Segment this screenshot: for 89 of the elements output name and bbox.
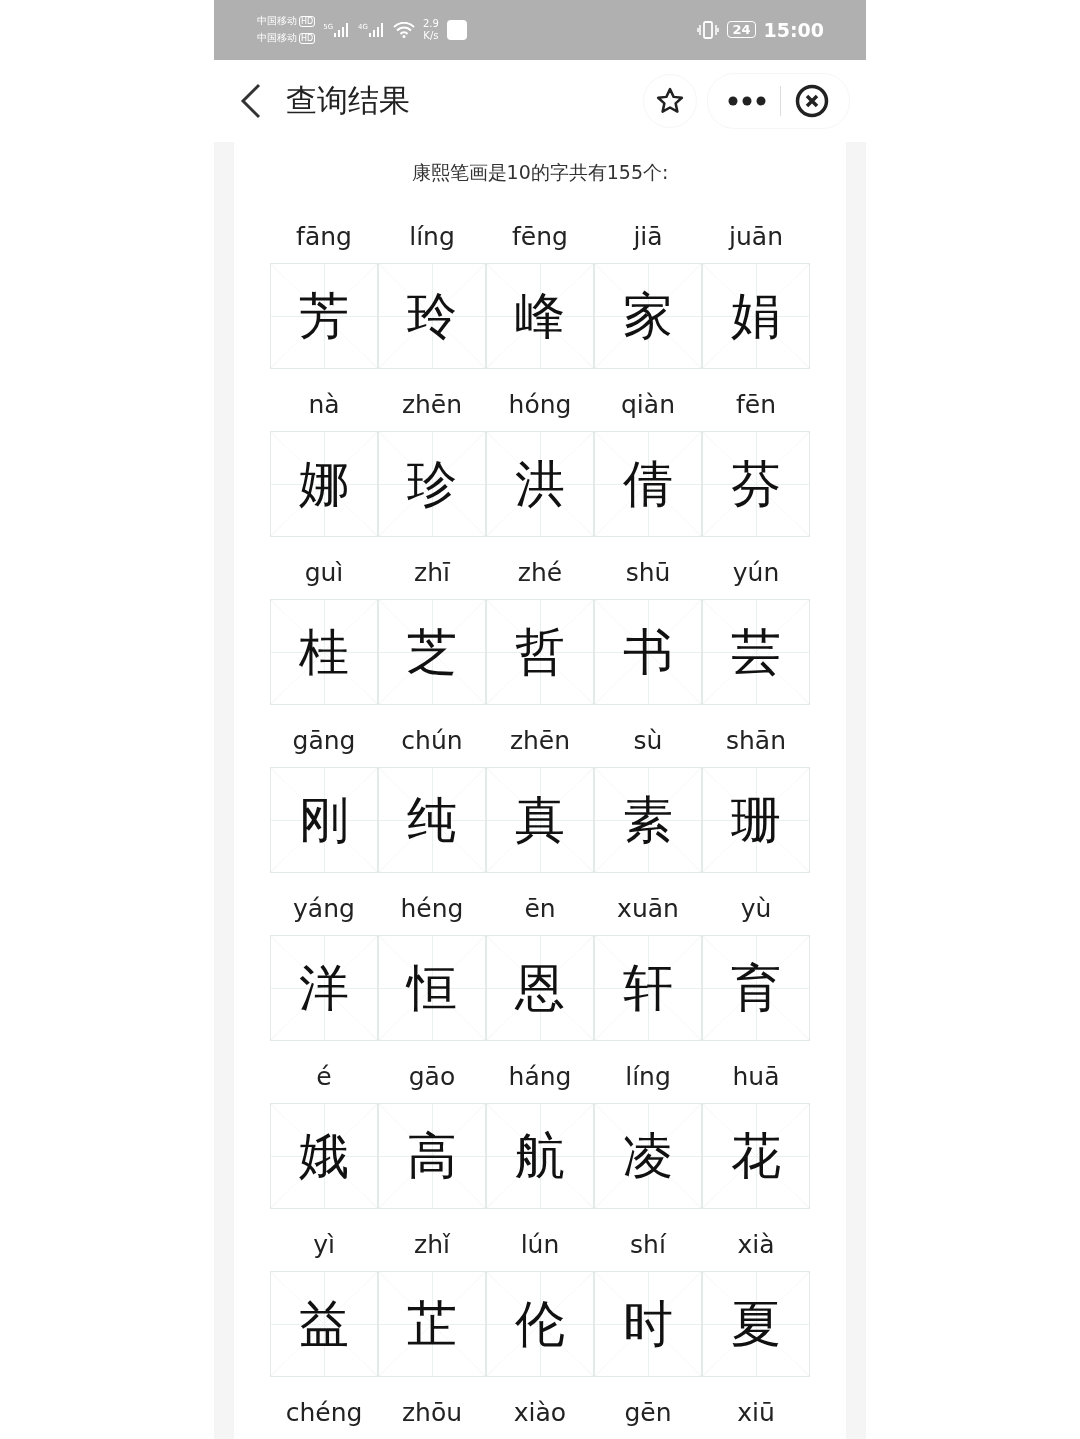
pinyin-label: xiào [513, 1397, 567, 1429]
pinyin-label: zhōu [401, 1397, 463, 1429]
back-icon[interactable] [240, 82, 262, 119]
pinyin-label: yún [732, 557, 780, 589]
character-cell[interactable]: 真 [486, 767, 594, 873]
character-cell[interactable]: 娟 [702, 263, 810, 369]
character-cell[interactable]: 恩 [486, 935, 594, 1041]
pinyin-label: chún [401, 725, 463, 757]
vibrate-icon [697, 20, 720, 39]
pinyin-label: zhī [414, 557, 450, 589]
carrier-label: 中国移动 HD [257, 30, 316, 46]
character-cell[interactable]: 高 [378, 1103, 486, 1209]
carrier-label: 中国移动 HD [257, 13, 316, 29]
pinyin-label: zhēn [401, 389, 463, 421]
wifi-icon [392, 21, 415, 38]
pinyin-label: gēn [624, 1397, 672, 1429]
star-icon [655, 85, 685, 116]
character-cell[interactable]: 家 [594, 263, 702, 369]
pinyin-label: lún [520, 1229, 560, 1261]
character-cell[interactable]: 素 [594, 767, 702, 873]
character-cell[interactable]: 玲 [378, 263, 486, 369]
pinyin-label: jiā [633, 221, 663, 253]
pinyin-label: xià [737, 1229, 775, 1261]
pinyin-label: líng [409, 221, 455, 253]
character-cell[interactable]: 桂 [270, 599, 378, 705]
pinyin-label: yù [740, 893, 772, 925]
pinyin-label: fēng [512, 221, 568, 253]
pinyin-label: é [316, 1061, 332, 1093]
character-cell[interactable]: 书 [594, 599, 702, 705]
character-cell[interactable]: 芷 [378, 1271, 486, 1377]
character-cell[interactable]: 峰 [486, 263, 594, 369]
pinyin-label: nà [308, 389, 340, 421]
character-cell[interactable]: 洪 [486, 431, 594, 537]
character-cell[interactable]: 益 [270, 1271, 378, 1377]
pinyin-label: zhēn [509, 725, 571, 757]
pinyin-label: sù [633, 725, 663, 757]
page-title: 查询结果 [286, 80, 411, 120]
pinyin-label: juān [729, 221, 783, 253]
character-cell[interactable]: 夏 [702, 1271, 810, 1377]
character-cell[interactable]: 珍 [378, 431, 486, 537]
pinyin-label: gāo [408, 1061, 456, 1093]
character-cell[interactable]: 珊 [702, 767, 810, 873]
character-cell[interactable]: 伦 [486, 1271, 594, 1377]
app-notification-icon [446, 19, 467, 40]
result-summary: 康熙笔画是10的字共有155个: [411, 160, 669, 185]
pinyin-label: fāng [296, 221, 352, 253]
more-icon [728, 95, 766, 106]
close-icon [795, 83, 829, 118]
pinyin-label: yáng [293, 893, 355, 925]
pinyin-label: shān [725, 725, 786, 757]
pinyin-label: ēn [524, 893, 556, 925]
clock-time: 15:00 [763, 18, 824, 41]
pinyin-label: guì [304, 557, 344, 589]
pinyin-label: hóng [508, 389, 572, 421]
character-cell[interactable]: 纯 [378, 767, 486, 873]
character-cell[interactable]: 刚 [270, 767, 378, 873]
character-cell[interactable]: 芬 [702, 431, 810, 537]
pinyin-label: shū [625, 557, 671, 589]
character-cell[interactable]: 倩 [594, 431, 702, 537]
character-cell[interactable]: 航 [486, 1103, 594, 1209]
pinyin-label: fēn [736, 389, 776, 421]
pinyin-label: huā [732, 1061, 780, 1093]
character-cell[interactable]: 哲 [486, 599, 594, 705]
character-cell[interactable]: 娥 [270, 1103, 378, 1209]
pinyin-label: chéng [285, 1397, 363, 1429]
network-speed: 2.9 K/s [422, 17, 439, 42]
pinyin-label: yì [313, 1229, 335, 1261]
pinyin-label: xuān [617, 893, 679, 925]
character-cell[interactable]: 凌 [594, 1103, 702, 1209]
pinyin-label: zhǐ [414, 1229, 450, 1261]
pinyin-label: zhé [517, 557, 563, 589]
pinyin-label: xiū [737, 1397, 775, 1429]
pinyin-label: gāng [292, 725, 356, 757]
pinyin-label: héng [400, 893, 464, 925]
character-cell[interactable]: 洋 [270, 935, 378, 1041]
battery-level: 24 [727, 21, 756, 39]
pinyin-label: qiàn [621, 389, 675, 421]
character-cell[interactable]: 芸 [702, 599, 810, 705]
character-cell[interactable]: 轩 [594, 935, 702, 1041]
pinyin-label: háng [508, 1061, 572, 1093]
pinyin-label: shí [630, 1229, 666, 1261]
character-cell[interactable]: 恒 [378, 935, 486, 1041]
character-cell[interactable]: 娜 [270, 431, 378, 537]
pinyin-label: líng [625, 1061, 671, 1093]
character-cell[interactable]: 育 [702, 935, 810, 1041]
character-cell[interactable]: 花 [702, 1103, 810, 1209]
character-cell[interactable]: 芳 [270, 263, 378, 369]
character-cell[interactable]: 时 [594, 1271, 702, 1377]
character-cell[interactable]: 芝 [378, 599, 486, 705]
